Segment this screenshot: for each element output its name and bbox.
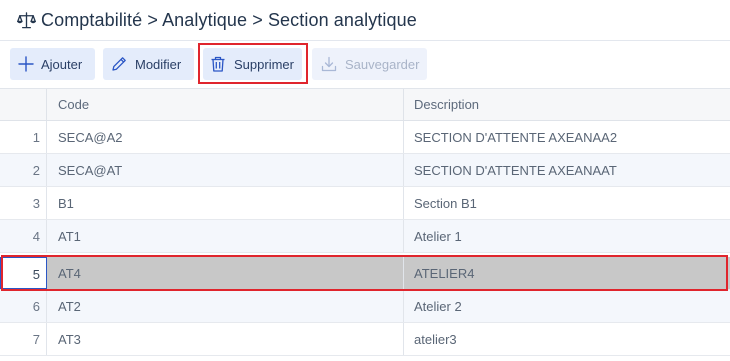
add-button[interactable]: Ajouter [10, 48, 95, 80]
description-column-label: Description [414, 97, 480, 112]
description-cell[interactable]: SECTION D'ATTENTE AXEANAAT [404, 154, 730, 186]
row-number: 4 [0, 220, 47, 252]
description-cell[interactable]: Section B1 [404, 187, 730, 219]
edit-button[interactable]: Modifier [103, 48, 194, 80]
edit-button-label: Modifier [135, 57, 182, 72]
row-number: 5 [0, 257, 47, 289]
plus-icon [18, 56, 34, 72]
code-cell[interactable]: AT1 [47, 220, 404, 252]
description-cell[interactable]: ATELIER4 [404, 257, 730, 289]
table-row[interactable]: 7 AT3 atelier3 [0, 323, 730, 356]
row-number: 1 [0, 121, 47, 153]
description-column-header[interactable]: Description [404, 89, 730, 120]
code-column-header[interactable]: Code [47, 89, 404, 120]
toolbar: Ajouter Modifier Supprimer Sauvegarder [0, 41, 730, 88]
code-cell[interactable]: SECA@A2 [47, 121, 404, 153]
code-cell[interactable]: AT3 [47, 323, 404, 355]
row-number: 3 [0, 187, 47, 219]
data-grid: Code Description 1 SECA@A2 SECTION D'ATT… [0, 88, 730, 361]
code-cell[interactable]: SECA@AT [47, 154, 404, 186]
table-row-selected[interactable]: 5 AT4 ATELIER4 [0, 257, 730, 290]
code-cell[interactable]: AT2 [47, 290, 404, 322]
table-row[interactable]: 2 SECA@AT SECTION D'ATTENTE AXEANAAT [0, 154, 730, 187]
description-cell[interactable]: Atelier 1 [404, 220, 730, 252]
code-cell[interactable]: AT4 [47, 257, 404, 289]
page-header: Comptabilité > Analytique > Section anal… [0, 0, 730, 41]
delete-button-label: Supprimer [234, 57, 294, 72]
row-number: 6 [0, 290, 47, 322]
grid-header: Code Description [0, 88, 730, 121]
description-cell[interactable]: Atelier 2 [404, 290, 730, 322]
balance-scale-icon [17, 12, 36, 29]
delete-button[interactable]: Supprimer [203, 48, 302, 80]
table-row[interactable]: 6 AT2 Atelier 2 [0, 290, 730, 323]
save-button[interactable]: Sauvegarder [312, 48, 427, 80]
code-cell[interactable]: B1 [47, 187, 404, 219]
save-button-label: Sauvegarder [345, 57, 420, 72]
description-cell[interactable]: SECTION D'ATTENTE AXEANAA2 [404, 121, 730, 153]
breadcrumb: Comptabilité > Analytique > Section anal… [41, 10, 417, 30]
row-number: 7 [0, 323, 47, 355]
download-icon [321, 56, 337, 72]
table-row[interactable]: 1 SECA@A2 SECTION D'ATTENTE AXEANAA2 [0, 121, 730, 154]
pencil-icon [112, 57, 126, 71]
table-row[interactable]: 3 B1 Section B1 [0, 187, 730, 220]
table-row[interactable]: 4 AT1 Atelier 1 [0, 220, 730, 253]
row-number-header [0, 89, 47, 120]
add-button-label: Ajouter [41, 57, 83, 72]
row-number: 2 [0, 154, 47, 186]
trash-icon [211, 56, 225, 72]
code-column-label: Code [58, 97, 90, 112]
description-cell[interactable]: atelier3 [404, 323, 730, 355]
